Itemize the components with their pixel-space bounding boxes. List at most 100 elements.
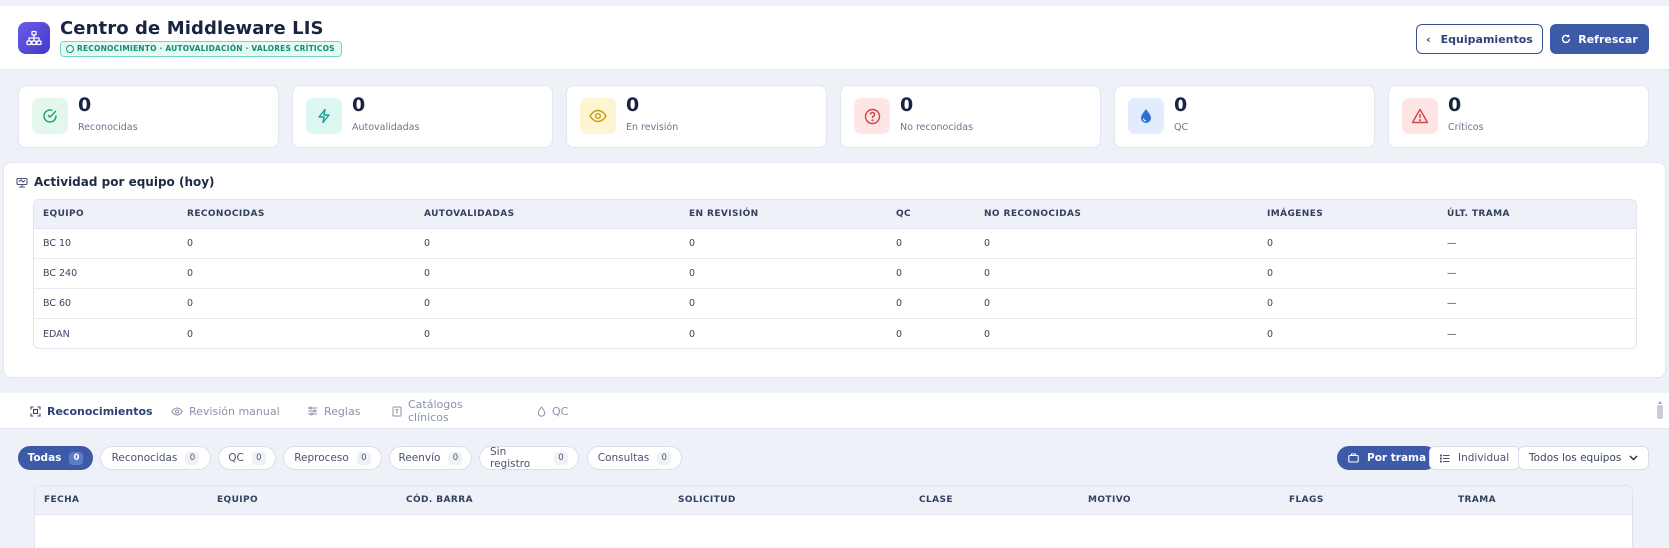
scan-icon xyxy=(30,405,41,417)
tab-cat-logos-cl-nicos[interactable]: Catálogos clínicos xyxy=(392,393,506,429)
column-header[interactable]: SOLICITUD xyxy=(678,486,736,514)
tab-bar: Reconocimientos Revisión manual Reglas Catá… xyxy=(0,393,1669,429)
filter-count: 0 xyxy=(448,451,463,465)
table-cell: 0 xyxy=(984,238,991,249)
tab-qc[interactable]: QC xyxy=(537,393,573,429)
table-cell: EDAN xyxy=(43,328,70,340)
scrollbar[interactable] xyxy=(1656,401,1663,421)
column-header[interactable]: CLASE xyxy=(919,486,953,514)
filter-reconocidas[interactable]: Reconocidas 0 xyxy=(100,446,211,470)
refresh-button-label: Refrescar xyxy=(1578,32,1638,46)
tab-reglas[interactable]: Reglas xyxy=(307,393,363,429)
column-header[interactable]: MOTIVO xyxy=(1088,486,1131,514)
filter-qc[interactable]: QC 0 xyxy=(218,446,276,470)
chevron-left-icon: ‹ xyxy=(1426,32,1431,46)
table-cell: 0 xyxy=(896,298,903,309)
table-cell: 0 xyxy=(1267,268,1274,279)
column-header: EQUIPO xyxy=(43,209,85,219)
by-frame-toggle[interactable]: Por trama xyxy=(1337,446,1438,470)
results-table: FECHA EQUIPO CÓD. BARRA SOLICITUD CLASE MOTIV… xyxy=(34,485,1633,548)
filter-label: Consultas xyxy=(597,452,650,464)
stat-label: Críticos xyxy=(1448,122,1484,133)
stat-card: 0 Críticos xyxy=(1388,85,1649,148)
filter-sin-registro[interactable]: Sin registro 0 xyxy=(479,446,579,470)
equipment-select-value: Todos los equipos xyxy=(1529,452,1622,464)
results-table-header: FECHA EQUIPO CÓD. BARRA SOLICITUD CLASE MOTIV… xyxy=(35,486,1632,515)
table-cell: 0 xyxy=(424,298,431,309)
stat-card: 0 No reconocidas xyxy=(840,85,1101,148)
tab-reconocimientos[interactable]: Reconocimientos xyxy=(30,393,153,429)
activity-icon xyxy=(16,177,28,188)
tab-label: Reglas xyxy=(324,404,361,418)
filter-count: 0 xyxy=(657,451,672,465)
badge-label: RECONOCIMIENTO · AUTOVALIDACIÓN · VALORE… xyxy=(77,44,335,53)
stat-label: No reconocidas xyxy=(900,122,974,133)
stat-value: 0 xyxy=(1174,94,1188,116)
filter-count: 0 xyxy=(356,451,371,465)
briefcase-icon xyxy=(1348,453,1359,463)
table-cell: 0 xyxy=(1267,238,1274,249)
column-header[interactable]: FLAGS xyxy=(1289,486,1324,514)
tab-revisi-n-manual[interactable]: Revisión manual xyxy=(171,393,281,429)
table-cell: 0 xyxy=(187,268,194,279)
table-cell: BC 10 xyxy=(43,238,72,249)
refresh-icon xyxy=(1562,34,1571,44)
filter-count: 0 xyxy=(251,451,266,465)
filter-label: Reproceso xyxy=(294,452,349,464)
eye-icon xyxy=(580,98,616,134)
header-bar: Centro de Middleware LIS RECONOCIMIENTO … xyxy=(0,6,1669,70)
stat-label: Autovalidadas xyxy=(352,122,420,133)
equipment-select[interactable]: Todos los equipos xyxy=(1518,446,1649,470)
table-cell: 0 xyxy=(424,268,431,279)
scroll-up-icon xyxy=(1658,401,1662,404)
equipment-button[interactable]: ‹ Equipamientos xyxy=(1416,24,1543,54)
filter-todas[interactable]: Todas 0 xyxy=(18,446,93,470)
scrollbar-thumb[interactable] xyxy=(1657,405,1663,419)
tab-label: Reconocimientos xyxy=(47,404,153,418)
table-cell: 0 xyxy=(984,328,991,340)
filter-consultas[interactable]: Consultas 0 xyxy=(587,446,682,470)
column-header: IMÁGENES xyxy=(1267,209,1324,219)
network-logo-icon xyxy=(18,22,50,54)
table-row[interactable]: BC 60 0 0 0 0 0 0 — xyxy=(34,289,1636,319)
column-header[interactable]: TRAMA xyxy=(1458,486,1496,514)
column-header: AUTOVALIDADAS xyxy=(424,209,515,219)
table-row[interactable]: BC 240 0 0 0 0 0 0 — xyxy=(34,259,1636,289)
filter-label: QC xyxy=(228,452,244,464)
stat-label: QC xyxy=(1174,122,1189,133)
column-header[interactable]: EQUIPO xyxy=(217,486,258,514)
table-cell: 0 xyxy=(984,298,991,309)
page-title: Centro de Middleware LIS xyxy=(60,18,324,39)
chevron-down-icon xyxy=(1629,455,1638,461)
filter-reenv-o[interactable]: Reenvío 0 xyxy=(389,446,472,470)
column-header[interactable]: CÓD. BARRA xyxy=(406,486,473,514)
stat-label: Reconocidas xyxy=(78,122,138,133)
filter-label: Reenvío xyxy=(398,452,441,464)
table-cell: 0 xyxy=(424,328,431,340)
tab-label: Catálogos clínicos xyxy=(408,398,463,424)
refresh-button[interactable]: Refrescar xyxy=(1550,24,1649,54)
stat-card: 0 QC xyxy=(1114,85,1375,148)
table-cell: 0 xyxy=(689,328,696,340)
stat-card: 0 En revisión xyxy=(566,85,827,148)
table-row[interactable]: BC 10 0 0 0 0 0 0 — xyxy=(34,229,1636,259)
table-cell: 0 xyxy=(896,238,903,249)
sliders-icon xyxy=(307,406,318,416)
table-cell: — xyxy=(1447,328,1457,340)
filter-label: Todas xyxy=(27,452,62,464)
individual-toggle[interactable]: Individual xyxy=(1429,446,1521,470)
filter-count: 0 xyxy=(554,451,568,465)
table-cell: BC 240 xyxy=(43,268,78,279)
tab-label: QC xyxy=(552,404,569,418)
filter-count: 0 xyxy=(69,451,84,465)
table-cell: 0 xyxy=(1267,328,1274,340)
stat-card: 0 Reconocidas xyxy=(18,85,279,148)
column-header: NO RECONOCIDAS xyxy=(984,209,1082,219)
table-cell: 0 xyxy=(187,298,194,309)
column-header[interactable]: FECHA xyxy=(44,486,79,514)
activity-table: EQUIPO RECONOCIDAS AUTOVALIDADAS EN REVISIÓ… xyxy=(33,199,1637,349)
table-cell: 0 xyxy=(187,328,194,340)
filter-reproceso[interactable]: Reproceso 0 xyxy=(283,446,382,470)
table-cell: 0 xyxy=(689,238,696,249)
table-row[interactable]: EDAN 0 0 0 0 0 0 — xyxy=(34,319,1636,348)
